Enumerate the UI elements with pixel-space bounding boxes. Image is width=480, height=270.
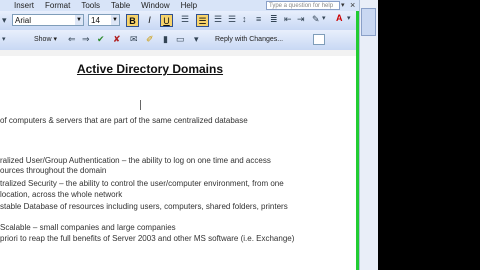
display-dropdown-icon[interactable]: ▾ [2,35,6,43]
menu-tools[interactable]: Tools [81,0,100,11]
document-line: priori to reap the full benefits of Serv… [0,234,295,243]
numbering-icon[interactable]: ≡ [256,14,261,24]
font-size-select[interactable]: 14 ▼ [88,14,120,26]
font-size-value: 14 [91,16,100,25]
end-review-button[interactable] [313,34,325,45]
highlight-dropdown-icon[interactable]: ▾ [322,14,326,22]
font-color-dropdown-icon[interactable]: ▾ [347,14,351,22]
style-dropdown-icon[interactable]: ▾ [2,15,7,26]
document-line: stable Database of resources including u… [0,202,288,211]
mouse-cursor-icon [140,100,146,110]
reviewing-toolbar: ▾ Show ▾ ⇐ ⇒ ✔ ✘ ✉ ✐ ▮ ▭ ▾ Reply with Ch… [0,30,361,51]
document-line: location, across the whole network [0,190,123,199]
scrollbar-thumb[interactable] [361,8,376,36]
menu-table[interactable]: Table [111,0,130,11]
highlight-marker-icon[interactable]: ▮ [163,34,168,45]
menu-help[interactable]: Help [181,0,197,11]
document-line: Scalable – small companies and large com… [0,223,176,232]
increase-indent-icon[interactable]: ⇥ [297,14,305,25]
font-name-select[interactable]: Arial ▼ [12,14,84,26]
chevron-down-icon[interactable]: ▼ [111,15,119,25]
align-left-icon[interactable]: ☰ [181,14,189,25]
line-spacing-icon[interactable]: ↕ [242,14,247,24]
document-line: tralized Security – the ability to contr… [0,179,284,188]
document-line: ralized User/Group Authentication – the … [0,156,271,165]
help-search-input[interactable]: Type a question for help [266,1,340,10]
reject-change-icon[interactable]: ✘ [113,34,121,45]
italic-button[interactable]: I [143,14,156,27]
formatting-toolbar: ▾ Arial ▼ 14 ▼ B I U ☰ ☰ ☰ ☰ ↕ ≡ ≣ ⇤ ⇥ ✎… [0,11,361,31]
chevron-down-icon[interactable]: ▼ [75,15,83,25]
reviewing-dropdown-icon[interactable]: ▾ [194,34,199,45]
track-changes-icon[interactable]: ✐ [146,34,154,45]
highlight-icon[interactable]: ✎ [312,14,320,25]
decrease-indent-icon[interactable]: ⇤ [284,14,292,25]
menu-window[interactable]: Window [141,0,169,11]
font-name-value: Arial [15,16,32,25]
menu-insert[interactable]: Insert [14,0,34,11]
next-change-icon[interactable]: ⇒ [82,34,90,45]
align-center-button[interactable]: ☰ [196,14,209,27]
font-color-icon[interactable]: A [336,13,343,23]
document-title: Active Directory Domains [76,62,224,76]
underline-button[interactable]: U [160,14,173,27]
bold-button[interactable]: B [126,14,139,27]
previous-change-icon[interactable]: ⇐ [68,34,76,45]
show-menu[interactable]: Show ▾ [34,35,57,43]
reply-with-changes-button[interactable]: Reply with Changes... [213,34,309,46]
document-line: ources throughout the domain [0,166,107,175]
document-line: of computers & servers that are part of … [0,116,248,125]
reviewing-pane-icon[interactable]: ▭ [176,34,185,45]
accept-change-icon[interactable]: ✔ [97,34,105,45]
vertical-scrollbar[interactable] [359,0,379,270]
help-dropdown-icon[interactable]: ▾ [341,1,345,9]
align-right-icon[interactable]: ☰ [214,14,222,25]
justify-icon[interactable]: ☰ [228,14,236,25]
bullets-icon[interactable]: ≣ [270,14,278,25]
new-comment-icon[interactable]: ✉ [130,34,138,45]
close-icon[interactable]: × [350,0,355,10]
screen-border [378,0,480,270]
menu-format[interactable]: Format [45,0,70,11]
